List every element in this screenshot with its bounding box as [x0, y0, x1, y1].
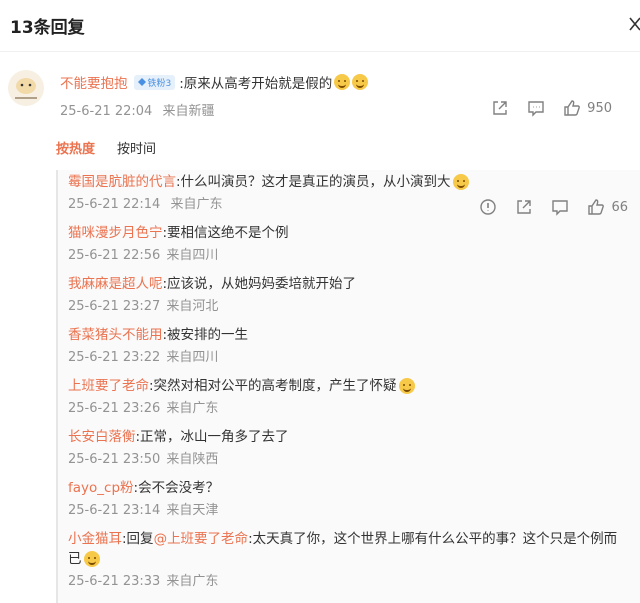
list-item: fayo_cp粉:会不会没考？ 25-6-21 23:14 来自天津: [68, 478, 638, 520]
laugh-cry-emoji: [334, 74, 351, 90]
like-icon[interactable]: [587, 198, 605, 216]
thinking-emoji: [83, 551, 100, 567]
share-icon[interactable]: [515, 198, 533, 216]
reply-author[interactable]: 香菜猪头不能用: [68, 327, 163, 343]
laugh-cry-emoji: [352, 74, 369, 90]
reply-meta: 25-6-21 23:22 来自四川: [68, 349, 638, 367]
fan-badge[interactable]: 铁粉3: [133, 74, 176, 90]
share-icon[interactable]: [491, 99, 509, 117]
comment-actions: 950: [491, 99, 612, 117]
comment-text: :原来从高考开始就是假的: [179, 76, 333, 92]
like-count: 66: [611, 199, 628, 215]
reply-actions: 66: [479, 198, 628, 216]
report-icon[interactable]: [479, 198, 497, 216]
reply-author[interactable]: 长安白落衡: [68, 429, 136, 445]
list-item: 上班要了老命:突然对相对公平的高考制度，产生了怀疑 25-6-21 23:26 来…: [68, 376, 638, 418]
reply-text: :正常，冰山一角多了去了: [135, 429, 289, 445]
reply-time: 25-6-21 23:22: [68, 350, 161, 365]
reply-location: 来自广东: [166, 401, 219, 416]
reply-location: 来自四川: [166, 248, 219, 263]
reply-meta: 25-6-21 22:56 来自四川: [68, 247, 638, 265]
reply-location: 来自天津: [166, 503, 219, 518]
reply-author[interactable]: fayo_cp粉: [68, 480, 134, 496]
mention-link[interactable]: @上班要了老命: [154, 531, 249, 547]
comment-time: 25-6-21 22:04: [60, 104, 153, 119]
reply-time: 25-6-21 22:14: [68, 197, 161, 212]
close-icon[interactable]: [628, 14, 640, 34]
like-count: 950: [587, 100, 612, 116]
list-item: 香菜猪头不能用:被安排的一生 25-6-21 23:22 来自四川: [68, 325, 638, 367]
reply-author[interactable]: 我麻麻是超人呢: [68, 276, 163, 292]
reply-meta: 25-6-21 23:27 来自河北: [68, 298, 638, 316]
reply-time: 25-6-21 23:33: [68, 574, 161, 589]
reply-time: 25-6-21 23:50: [68, 452, 161, 467]
comment-meta: 25-6-21 22:04 来自新疆: [60, 100, 215, 119]
diamond-icon: [137, 78, 146, 86]
reply-count-title: 13条回复: [10, 18, 85, 38]
reply-author[interactable]: 猫咪漫步月色宁: [68, 225, 163, 241]
list-item: 小金猫耳:回复@上班要了老命:太天真了你，这个世界上哪有什么公平的事？这个只是个…: [68, 529, 628, 591]
reply-time: 25-6-21 23:26: [68, 401, 161, 416]
reply-text: :会不会没考？: [133, 480, 220, 496]
reply-author[interactable]: 霉国是肮脏的代言: [68, 174, 176, 190]
reply-location: 来自广东: [166, 574, 219, 589]
reply-meta: 25-6-21 23:50 来自陕西: [68, 451, 638, 469]
dialog-header: 13条回复: [0, 0, 640, 52]
reply-time: 25-6-21 23:27: [68, 299, 161, 314]
reply-meta: 25-6-21 23:14 来自天津: [68, 502, 638, 520]
reply-list: 霉国是肮脏的代言:什么叫演员？这才是真正的演员，从小演到大 25-6-21 22…: [56, 170, 640, 603]
reply-text: :被安排的一生: [162, 327, 249, 343]
comment-author[interactable]: 不能要抱抱: [60, 72, 128, 92]
like-icon[interactable]: [563, 99, 581, 117]
laugh-cry-emoji: [398, 378, 415, 394]
avatar[interactable]: [8, 70, 44, 106]
comment-icon[interactable]: [551, 198, 569, 216]
reply-prefix: :回复: [122, 531, 154, 547]
sort-tabs: 按热度 按时间: [56, 138, 156, 157]
reply-location: 来自河北: [166, 299, 219, 314]
reply-meta: 25-6-21 23:33 来自广东: [68, 573, 628, 591]
reply-text: :要相信这绝不是个例: [162, 225, 289, 241]
reply-location: 来自陕西: [166, 452, 219, 467]
reply-text: :突然对相对公平的高考制度，产生了怀疑: [149, 378, 397, 394]
fan-badge-label: 铁粉3: [147, 78, 172, 89]
list-item: 猫咪漫步月色宁:要相信这绝不是个例 25-6-21 22:56 来自四川: [68, 223, 638, 265]
reply-text: :应该说，从她妈妈委培就开始了: [162, 276, 357, 292]
reply-meta: 25-6-21 23:26 来自广东: [68, 400, 638, 418]
smirk-emoji: [452, 174, 469, 190]
reply-location: 来自四川: [166, 350, 219, 365]
comment-icon[interactable]: [527, 99, 545, 117]
tab-sort-time[interactable]: 按时间: [117, 138, 156, 157]
reply-time: 25-6-21 22:56: [68, 248, 161, 263]
reply-time: 25-6-21 23:14: [68, 503, 161, 518]
reply-author[interactable]: 小金猫耳: [68, 531, 122, 547]
reply-location: 来自广东: [170, 197, 223, 212]
list-item: 长安白落衡:正常，冰山一角多了去了 25-6-21 23:50 来自陕西: [68, 427, 638, 469]
comment-location: 来自新疆: [162, 104, 215, 119]
list-item: 霉国是肮脏的代言:什么叫演员？这才是真正的演员，从小演到大 25-6-21 22…: [68, 172, 638, 216]
reply-author[interactable]: 上班要了老命: [68, 378, 149, 394]
tab-sort-hot[interactable]: 按热度: [56, 138, 95, 157]
list-item: 我麻麻是超人呢:应该说，从她妈妈委培就开始了 25-6-21 23:27 来自河北: [68, 274, 638, 316]
reply-text: :什么叫演员？这才是真正的演员，从小演到大: [176, 174, 451, 190]
